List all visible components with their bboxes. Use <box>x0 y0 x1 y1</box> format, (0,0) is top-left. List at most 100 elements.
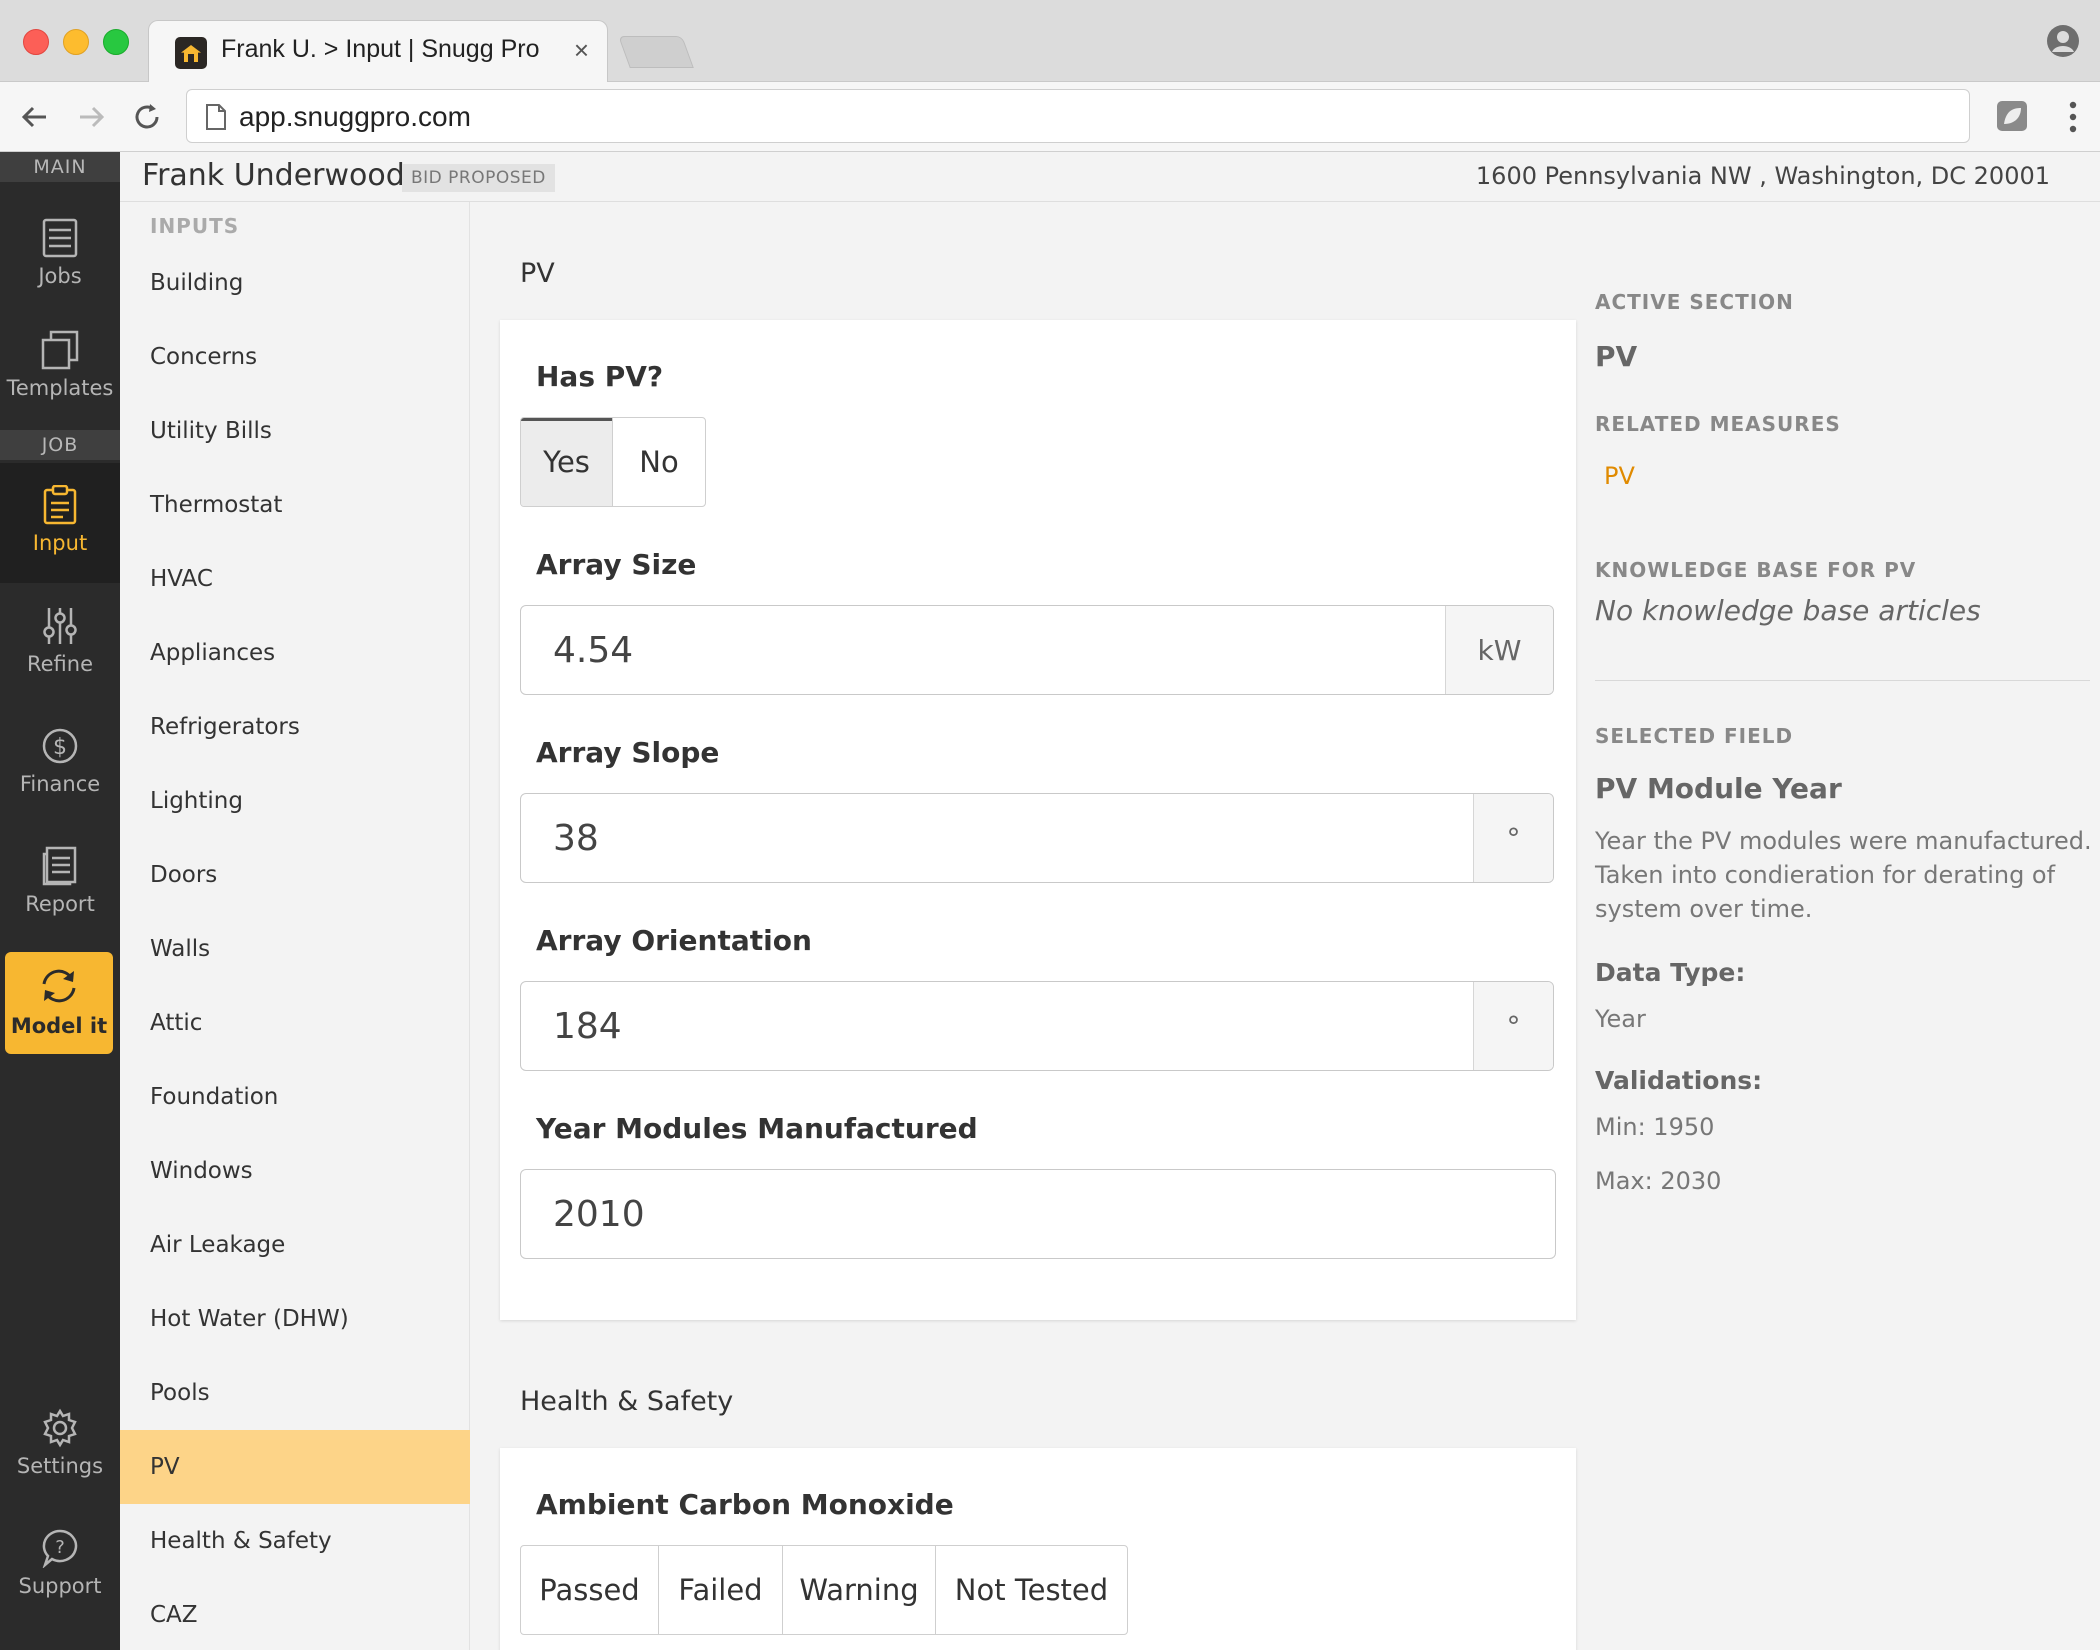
year-modules-input[interactable]: 2010 <box>520 1169 1556 1259</box>
nav-item-building[interactable]: Building <box>120 246 470 320</box>
array-orientation-unit: ° <box>1473 982 1553 1070</box>
rail-item-finance[interactable]: $ Finance <box>0 726 120 796</box>
array-size-unit: kW <box>1445 606 1553 694</box>
year-modules-label: Year Modules Manufactured <box>536 1112 978 1145</box>
gear-icon <box>43 1408 77 1448</box>
nav-item-lighting[interactable]: Lighting <box>120 764 470 838</box>
nav-item-hot-water[interactable]: Hot Water (DHW) <box>120 1282 470 1356</box>
pv-section-title: PV <box>520 258 555 289</box>
rail-label-templates: Templates <box>6 376 114 400</box>
browser-menu-icon[interactable] <box>2068 100 2078 134</box>
selected-field-desc-3: system over time. <box>1595 895 1813 923</box>
app-rail: MAIN Jobs Templates JOB Input Refine $ F… <box>0 152 120 1650</box>
rail-label-finance: Finance <box>19 772 101 796</box>
inputs-nav: INPUTS Building Concerns Utility Bills T… <box>120 202 470 1650</box>
array-size-value[interactable]: 4.54 <box>521 606 1445 694</box>
jobs-list-icon <box>42 218 78 258</box>
selected-field-desc-1: Year the PV modules were manufactured. <box>1595 827 2092 855</box>
rail-item-report[interactable]: Report <box>0 846 120 916</box>
rail-item-settings[interactable]: Settings <box>0 1408 120 1478</box>
co-warning-button[interactable]: Warning <box>783 1546 936 1634</box>
extension-icon[interactable] <box>1994 98 2030 134</box>
rail-label-report: Report <box>25 892 95 916</box>
nav-item-appliances[interactable]: Appliances <box>120 616 470 690</box>
job-status-badge: BID PROPOSED <box>402 164 555 192</box>
pv-card: Has PV? Yes No Array Size 4.54 kW Array … <box>500 320 1576 1320</box>
array-size-input[interactable]: 4.54 kW <box>520 605 1554 695</box>
job-header: Frank Underwood BID PROPOSED 1600 Pennsy… <box>120 152 2100 202</box>
nav-item-hvac[interactable]: HVAC <box>120 542 470 616</box>
back-arrow-icon[interactable] <box>16 98 54 136</box>
tab-title: Frank U. > Input | Snugg Pro <box>221 35 540 63</box>
nav-item-pools[interactable]: Pools <box>120 1356 470 1430</box>
nav-item-attic[interactable]: Attic <box>120 986 470 1060</box>
nav-item-air-leakage[interactable]: Air Leakage <box>120 1208 470 1282</box>
rail-section-job: JOB <box>0 430 120 460</box>
nav-item-refrigerators[interactable]: Refrigerators <box>120 690 470 764</box>
health-safety-section-title: Health & Safety <box>520 1386 734 1417</box>
browser-tab-active[interactable]: Frank U. > Input | Snugg Pro × <box>148 20 608 83</box>
array-size-label: Array Size <box>536 548 697 581</box>
rail-label-jobs: Jobs <box>38 264 82 288</box>
co-passed-button[interactable]: Passed <box>521 1546 659 1634</box>
nav-item-health-safety[interactable]: Health & Safety <box>120 1504 470 1578</box>
window-close-button[interactable] <box>23 29 49 55</box>
array-orientation-value[interactable]: 184 <box>521 982 1473 1070</box>
nav-item-utility-bills[interactable]: Utility Bills <box>120 394 470 468</box>
has-pv-label: Has PV? <box>536 360 664 393</box>
co-failed-button[interactable]: Failed <box>659 1546 783 1634</box>
reload-icon[interactable] <box>128 98 166 136</box>
snugg-favicon-icon <box>175 37 207 69</box>
validation-min: Min: 1950 <box>1595 1113 1715 1141</box>
nav-item-foundation[interactable]: Foundation <box>120 1060 470 1134</box>
address-bar[interactable]: app.snuggpro.com <box>186 89 1970 143</box>
has-pv-no-button[interactable]: No <box>613 418 705 506</box>
rail-section-main: MAIN <box>0 152 120 182</box>
tab-close-icon[interactable]: × <box>574 35 589 66</box>
window-zoom-button[interactable] <box>103 29 129 55</box>
rail-item-jobs[interactable]: Jobs <box>0 218 120 288</box>
array-slope-input[interactable]: 38 ° <box>520 793 1554 883</box>
related-measure-pv-link[interactable]: PV <box>1604 462 1635 490</box>
sync-icon <box>42 969 76 1003</box>
validations-label: Validations: <box>1595 1066 1763 1095</box>
active-section-value: PV <box>1595 340 1638 373</box>
new-tab-button[interactable] <box>618 36 694 68</box>
nav-item-windows[interactable]: Windows <box>120 1134 470 1208</box>
svg-text:?: ? <box>55 1537 65 1558</box>
nav-item-concerns[interactable]: Concerns <box>120 320 470 394</box>
browser-toolbar: app.snuggpro.com <box>0 82 2100 152</box>
selected-field-caption: SELECTED FIELD <box>1595 724 1794 748</box>
rail-item-support[interactable]: ? Support <box>0 1528 120 1598</box>
nav-item-walls[interactable]: Walls <box>120 912 470 986</box>
window-minimize-button[interactable] <box>63 29 89 55</box>
rail-label-settings: Settings <box>16 1454 104 1478</box>
rail-label-refine: Refine <box>26 652 94 676</box>
co-not-tested-button[interactable]: Not Tested <box>936 1546 1127 1634</box>
svg-text:$: $ <box>53 735 67 760</box>
panel-divider <box>1595 680 2090 681</box>
rail-item-input[interactable]: Input <box>0 463 120 583</box>
browser-tabstrip: Frank U. > Input | Snugg Pro × <box>0 0 2100 83</box>
rail-label-support: Support <box>18 1574 102 1598</box>
year-modules-value[interactable]: 2010 <box>521 1170 1555 1258</box>
rail-item-templates[interactable]: Templates <box>0 330 120 400</box>
array-slope-value[interactable]: 38 <box>521 794 1473 882</box>
active-section-caption: ACTIVE SECTION <box>1595 290 1794 314</box>
has-pv-toggle: Yes No <box>520 417 706 507</box>
profile-icon[interactable] <box>2046 24 2080 58</box>
dollar-icon: $ <box>42 728 78 764</box>
nav-item-thermostat[interactable]: Thermostat <box>120 468 470 542</box>
has-pv-yes-button[interactable]: Yes <box>521 418 613 506</box>
rail-item-refine[interactable]: Refine <box>0 606 120 676</box>
ambient-co-toggle: Passed Failed Warning Not Tested <box>520 1545 1128 1635</box>
forward-arrow-icon[interactable] <box>72 98 110 136</box>
array-orientation-input[interactable]: 184 ° <box>520 981 1554 1071</box>
nav-item-pv[interactable]: PV <box>120 1430 470 1504</box>
array-slope-label: Array Slope <box>536 736 720 769</box>
array-orientation-label: Array Orientation <box>536 924 812 957</box>
job-customer-name: Frank Underwood <box>142 158 405 193</box>
nav-item-caz[interactable]: CAZ <box>120 1578 470 1650</box>
nav-item-doors[interactable]: Doors <box>120 838 470 912</box>
model-it-button[interactable]: Model it <box>5 952 113 1054</box>
